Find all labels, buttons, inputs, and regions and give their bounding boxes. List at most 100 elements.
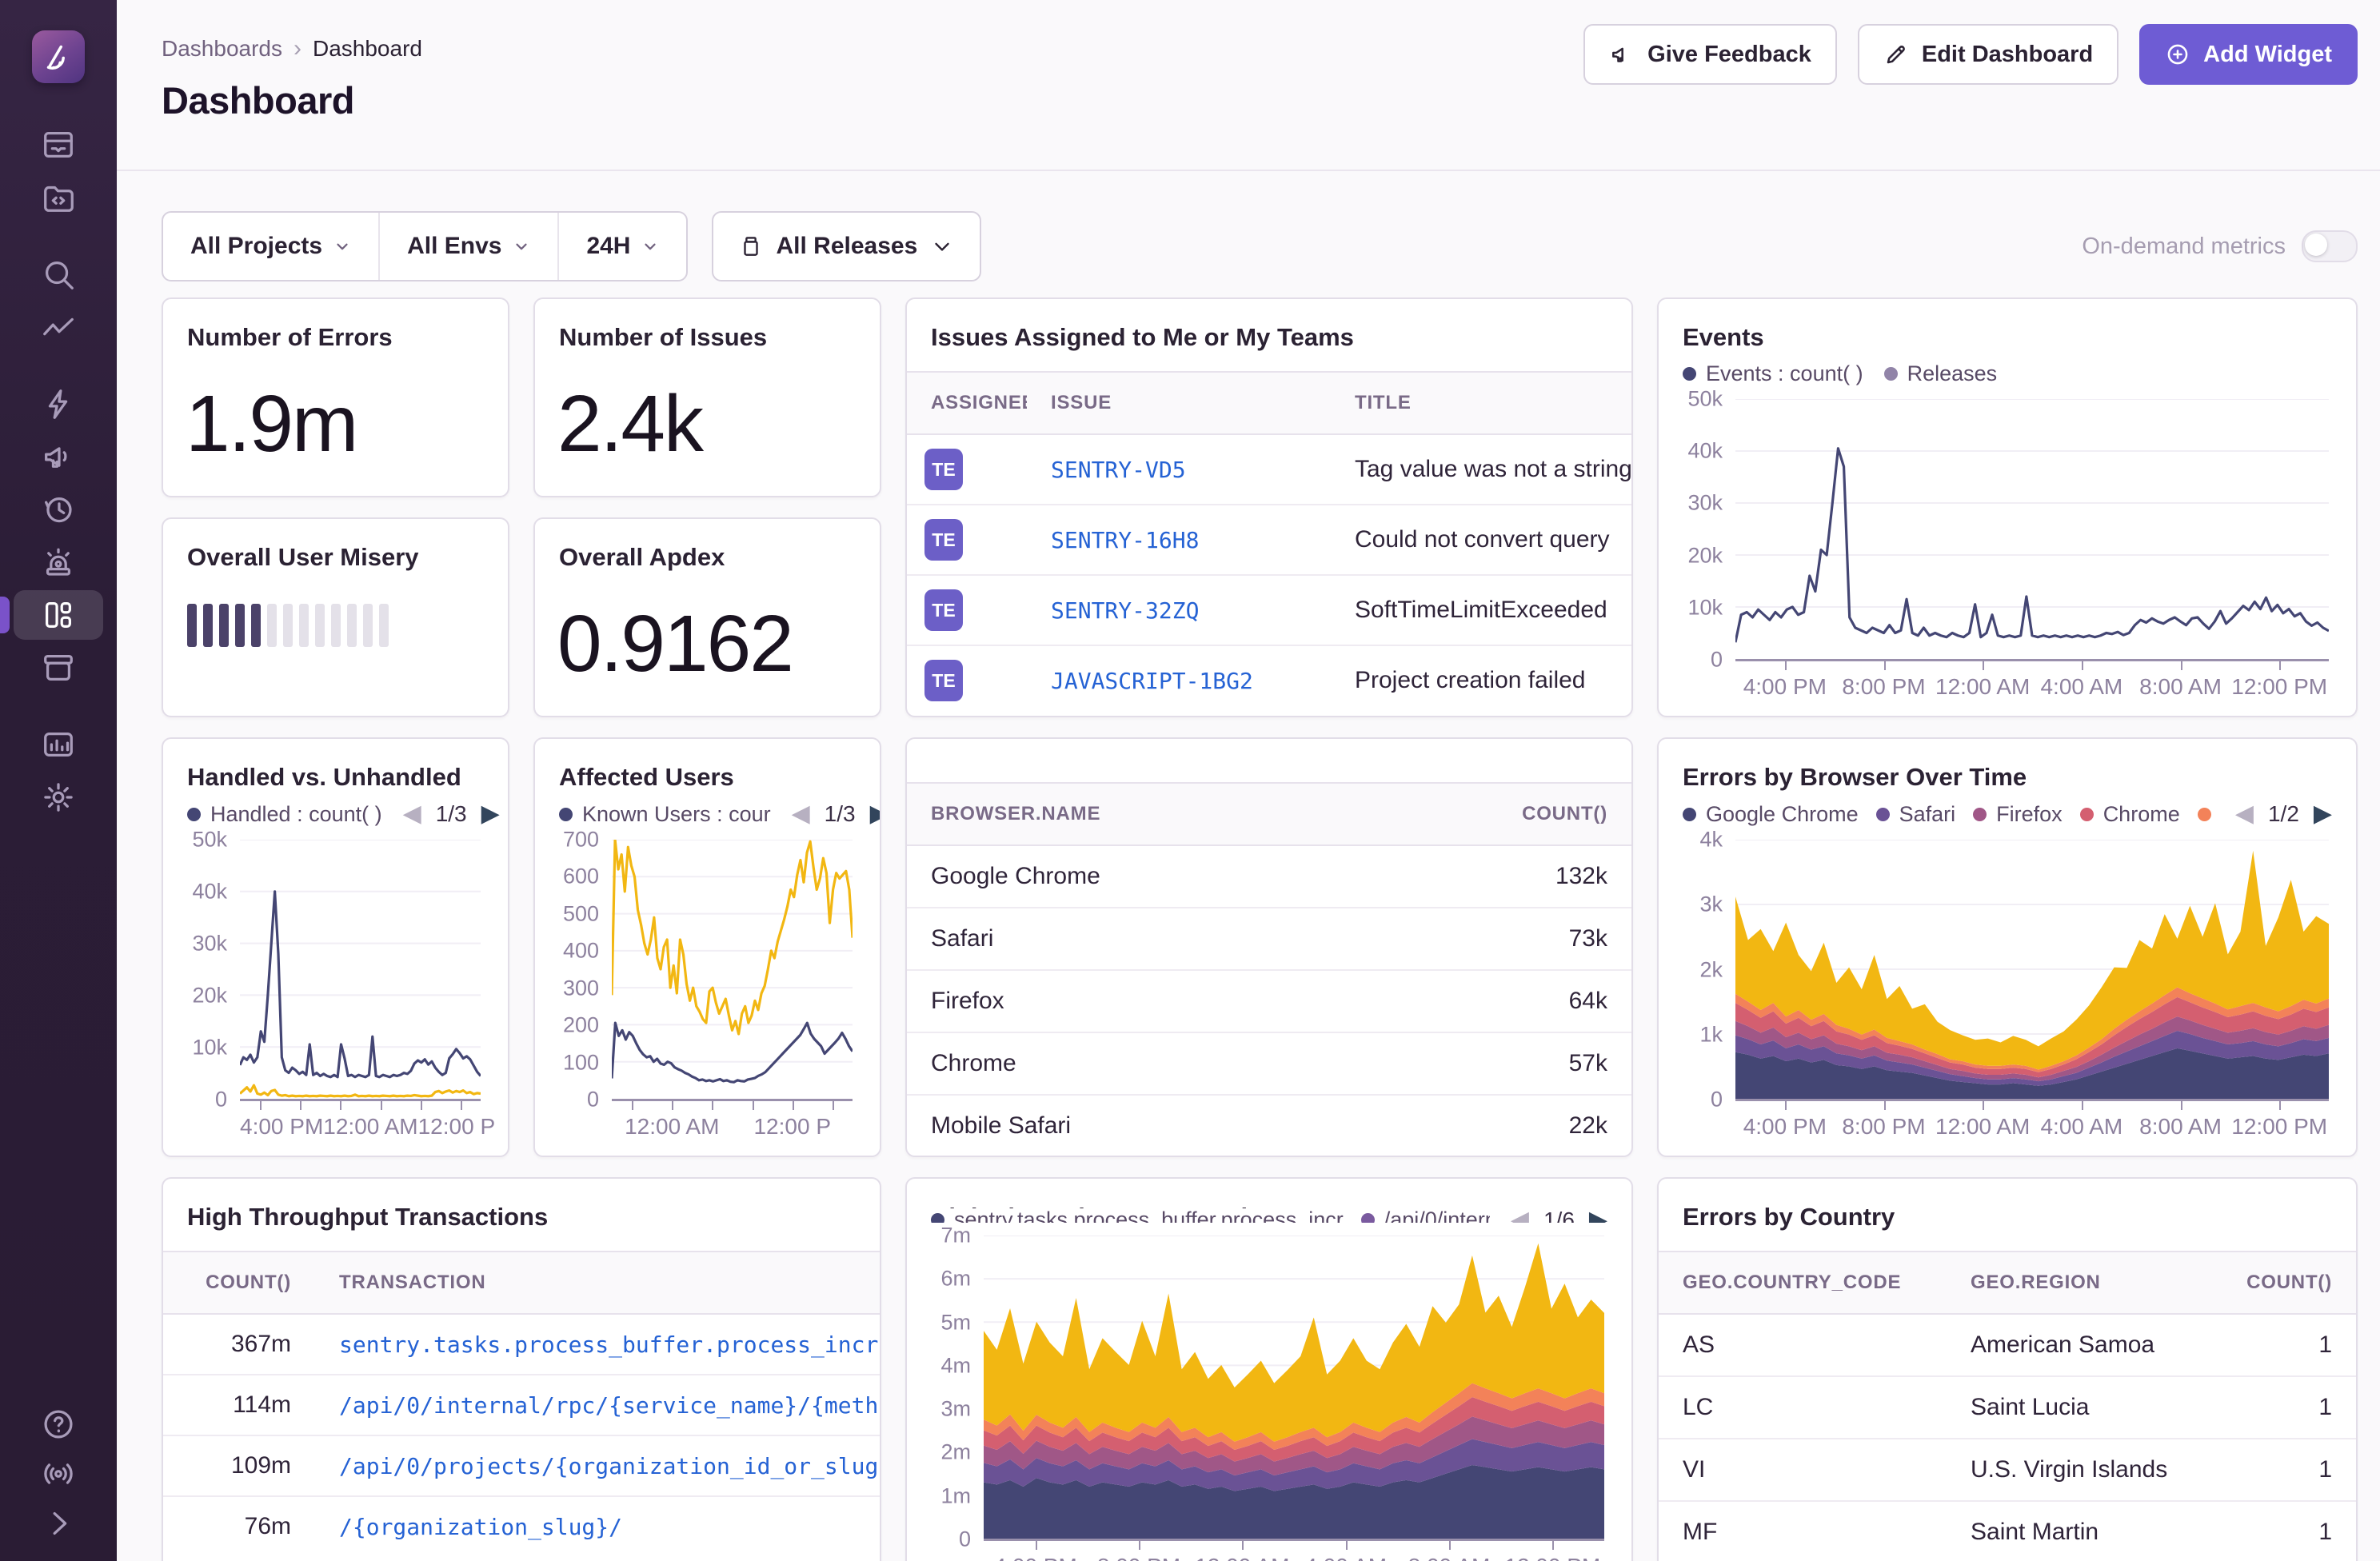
environment-filter[interactable]: All Envs: [378, 213, 557, 280]
pager-prev-icon[interactable]: ◀: [1511, 1208, 1529, 1223]
legend-item[interactable]: Firefox: [1973, 802, 2063, 827]
project-filter[interactable]: All Projects: [163, 213, 378, 280]
sidebar-item-alerts[interactable]: [14, 537, 103, 587]
table-header-cell[interactable]: GEO.COUNTRY_CODE: [1659, 1272, 1947, 1294]
legend-item[interactable]: Releases: [1883, 361, 1997, 386]
table-header-cell[interactable]: ISSUE: [1027, 392, 1331, 414]
widget-title: Number of Errors: [187, 323, 393, 351]
table-cell-link[interactable]: /{organization_slug}/: [315, 1514, 880, 1540]
table-header-cell[interactable]: COUNT(): [163, 1272, 315, 1294]
sidebar: [0, 0, 117, 1561]
whats-new-button[interactable]: [14, 1451, 103, 1497]
y-axis-tick-label: 20k: [1687, 543, 1723, 568]
y-axis-tick-label: 2k: [1699, 957, 1723, 981]
table-cell: VI: [1683, 1456, 1706, 1483]
ondemand-metrics-toggle[interactable]: [2302, 230, 2358, 262]
pager-prev-icon[interactable]: ◀: [792, 802, 810, 826]
widget-high-throughput-table: High Throughput Transactions COUNT() TRAN…: [162, 1177, 881, 1561]
legend-item[interactable]: sentry.tasks.process_buffer.process_incr: [931, 1208, 1344, 1223]
y-axis-tick-label: 10k: [192, 1035, 227, 1060]
chevron-down-icon: [337, 243, 348, 250]
legend-item[interactable]: /api/0/internal/r: [1360, 1208, 1490, 1223]
widget-title: Errors by Browser Over Time: [1683, 763, 2027, 791]
y-axis-tick-label: 20k: [192, 983, 227, 1008]
sidebar-item-feedback[interactable]: [14, 432, 103, 481]
y-axis-tick-label: 1k: [1699, 1022, 1723, 1047]
legend-label: Firefox: [1996, 801, 2063, 826]
gauge-bar-filled: [203, 604, 213, 647]
legend-item[interactable]: Events : count( ): [1683, 361, 1863, 386]
table-header-cell[interactable]: TRANSACTION: [315, 1272, 880, 1294]
table-cell: Project creation failed: [1355, 667, 1586, 693]
table-row: Mobile Safari 22k: [907, 1094, 1631, 1156]
legend-item[interactable]: Handled : count( ): [187, 802, 382, 827]
table-cell-link[interactable]: SENTRY-16H8: [1027, 527, 1331, 553]
table-cell-link[interactable]: /api/0/internal/rpc/{service_name}/{meth…: [315, 1392, 880, 1419]
table-header-cell[interactable]: GEO.REGION: [1947, 1272, 2212, 1294]
pager-next-icon[interactable]: ▶: [870, 802, 880, 826]
sidebar-item-issues[interactable]: [14, 120, 103, 170]
legend-item[interactable]: Chrome: [2079, 801, 2180, 827]
sidebar-item-stats[interactable]: [14, 720, 103, 769]
widget-grid: Number of Errors 1.9m Number of Issues 2…: [162, 297, 2358, 1561]
releases-filter[interactable]: All Releases: [712, 211, 982, 281]
table-header-cell[interactable]: COUNT(): [2212, 1272, 2356, 1294]
events-line-chart: [1735, 399, 2329, 659]
table-header-cell[interactable]: BROWSER.NAME: [907, 803, 1456, 825]
legend-label: Chrome: [2102, 801, 2180, 826]
edit-dashboard-button[interactable]: Edit Dashboard: [1857, 24, 2119, 85]
widget-number-of-issues: Number of Issues 2.4k: [533, 297, 881, 497]
legend-item[interactable]: Google Chrome: [1683, 802, 1859, 827]
legend-label: Handled : count( ): [210, 801, 382, 826]
y-axis-tick-label: 200: [562, 1012, 599, 1037]
sidebar-item-pulse[interactable]: [14, 379, 103, 429]
table-header-cell[interactable]: COUNT(): [1456, 803, 1631, 825]
table-cell-link[interactable]: /api/0/projects/{organization_id_or_slug…: [315, 1453, 880, 1479]
high-throughput-stacked-area-chart: [984, 1236, 1604, 1539]
help-button[interactable]: [14, 1401, 103, 1447]
table-cell-link[interactable]: sentry.tasks.process_buffer.process_incr: [315, 1331, 880, 1358]
add-widget-button[interactable]: Add Widget: [2139, 24, 2358, 85]
legend-item[interactable]: Known Users : cour: [559, 802, 771, 827]
sidebar-item-releases[interactable]: [14, 643, 103, 693]
y-axis-tick-label: 400: [562, 938, 599, 963]
table-row: TE SENTRY-32ZQ SoftTimeLimitExceeded: [907, 574, 1631, 645]
table-cell: U.S. Virgin Islands: [1971, 1456, 2168, 1483]
sidebar-item-dashboards[interactable]: [0, 590, 103, 640]
legend-item[interactable]: Mobile S: [2197, 802, 2214, 827]
table-header-row: GEO.COUNTRY_CODE GEO.REGION COUNT(): [1659, 1251, 2356, 1315]
filter-bar: All Projects All Envs 24H All Releases O…: [162, 211, 2358, 281]
sidebar-bottom: [14, 1399, 103, 1561]
sidebar-item-performance[interactable]: [14, 302, 103, 352]
gauge-bar-filled: [251, 604, 261, 647]
sidebar-item-settings[interactable]: [14, 773, 103, 822]
sidebar-item-explore[interactable]: [14, 250, 103, 299]
time-range-filter[interactable]: 24H: [557, 213, 686, 280]
table-cell-link[interactable]: JAVASCRIPT-1BG2: [1027, 668, 1331, 694]
pager-prev-icon[interactable]: ◀: [2235, 802, 2254, 826]
sentry-logo[interactable]: [32, 30, 85, 83]
table-row: AS American Samoa 1: [1659, 1315, 2356, 1375]
breadcrumb-dashboards[interactable]: Dashboards: [162, 36, 282, 62]
table-header-cell[interactable]: ASSIGNEE: [907, 392, 1027, 414]
gauge-bar-empty: [267, 604, 277, 647]
affected-users-line-chart: [612, 840, 853, 1099]
table-cell-link[interactable]: SENTRY-VD5: [1027, 457, 1331, 483]
y-axis-tick-label: 500: [562, 901, 599, 926]
legend-item[interactable]: Safari: [1875, 802, 1955, 827]
pager-next-icon[interactable]: ▶: [481, 802, 500, 826]
legend-dot-icon: [1683, 367, 1696, 381]
collapse-expand-button[interactable]: [14, 1500, 103, 1547]
legend-label: Known Users : cour: [582, 801, 771, 826]
big-number-value: 2.4k: [557, 379, 704, 469]
legend-dot-icon: [2079, 807, 2094, 821]
sidebar-item-projects[interactable]: [14, 173, 103, 222]
table-header-cell[interactable]: TITLE: [1331, 392, 1631, 414]
pager-next-icon[interactable]: ▶: [1589, 1208, 1607, 1223]
errors-by-browser-table: BROWSER.NAME COUNT() Google Chrome 132k Safa…: [907, 782, 1631, 1156]
pager-prev-icon[interactable]: ◀: [403, 802, 421, 826]
table-cell-link[interactable]: SENTRY-32ZQ: [1027, 597, 1331, 624]
give-feedback-button[interactable]: Give Feedback: [1583, 24, 1837, 85]
pager-next-icon[interactable]: ▶: [2314, 802, 2332, 826]
sidebar-item-replays[interactable]: [14, 485, 103, 534]
